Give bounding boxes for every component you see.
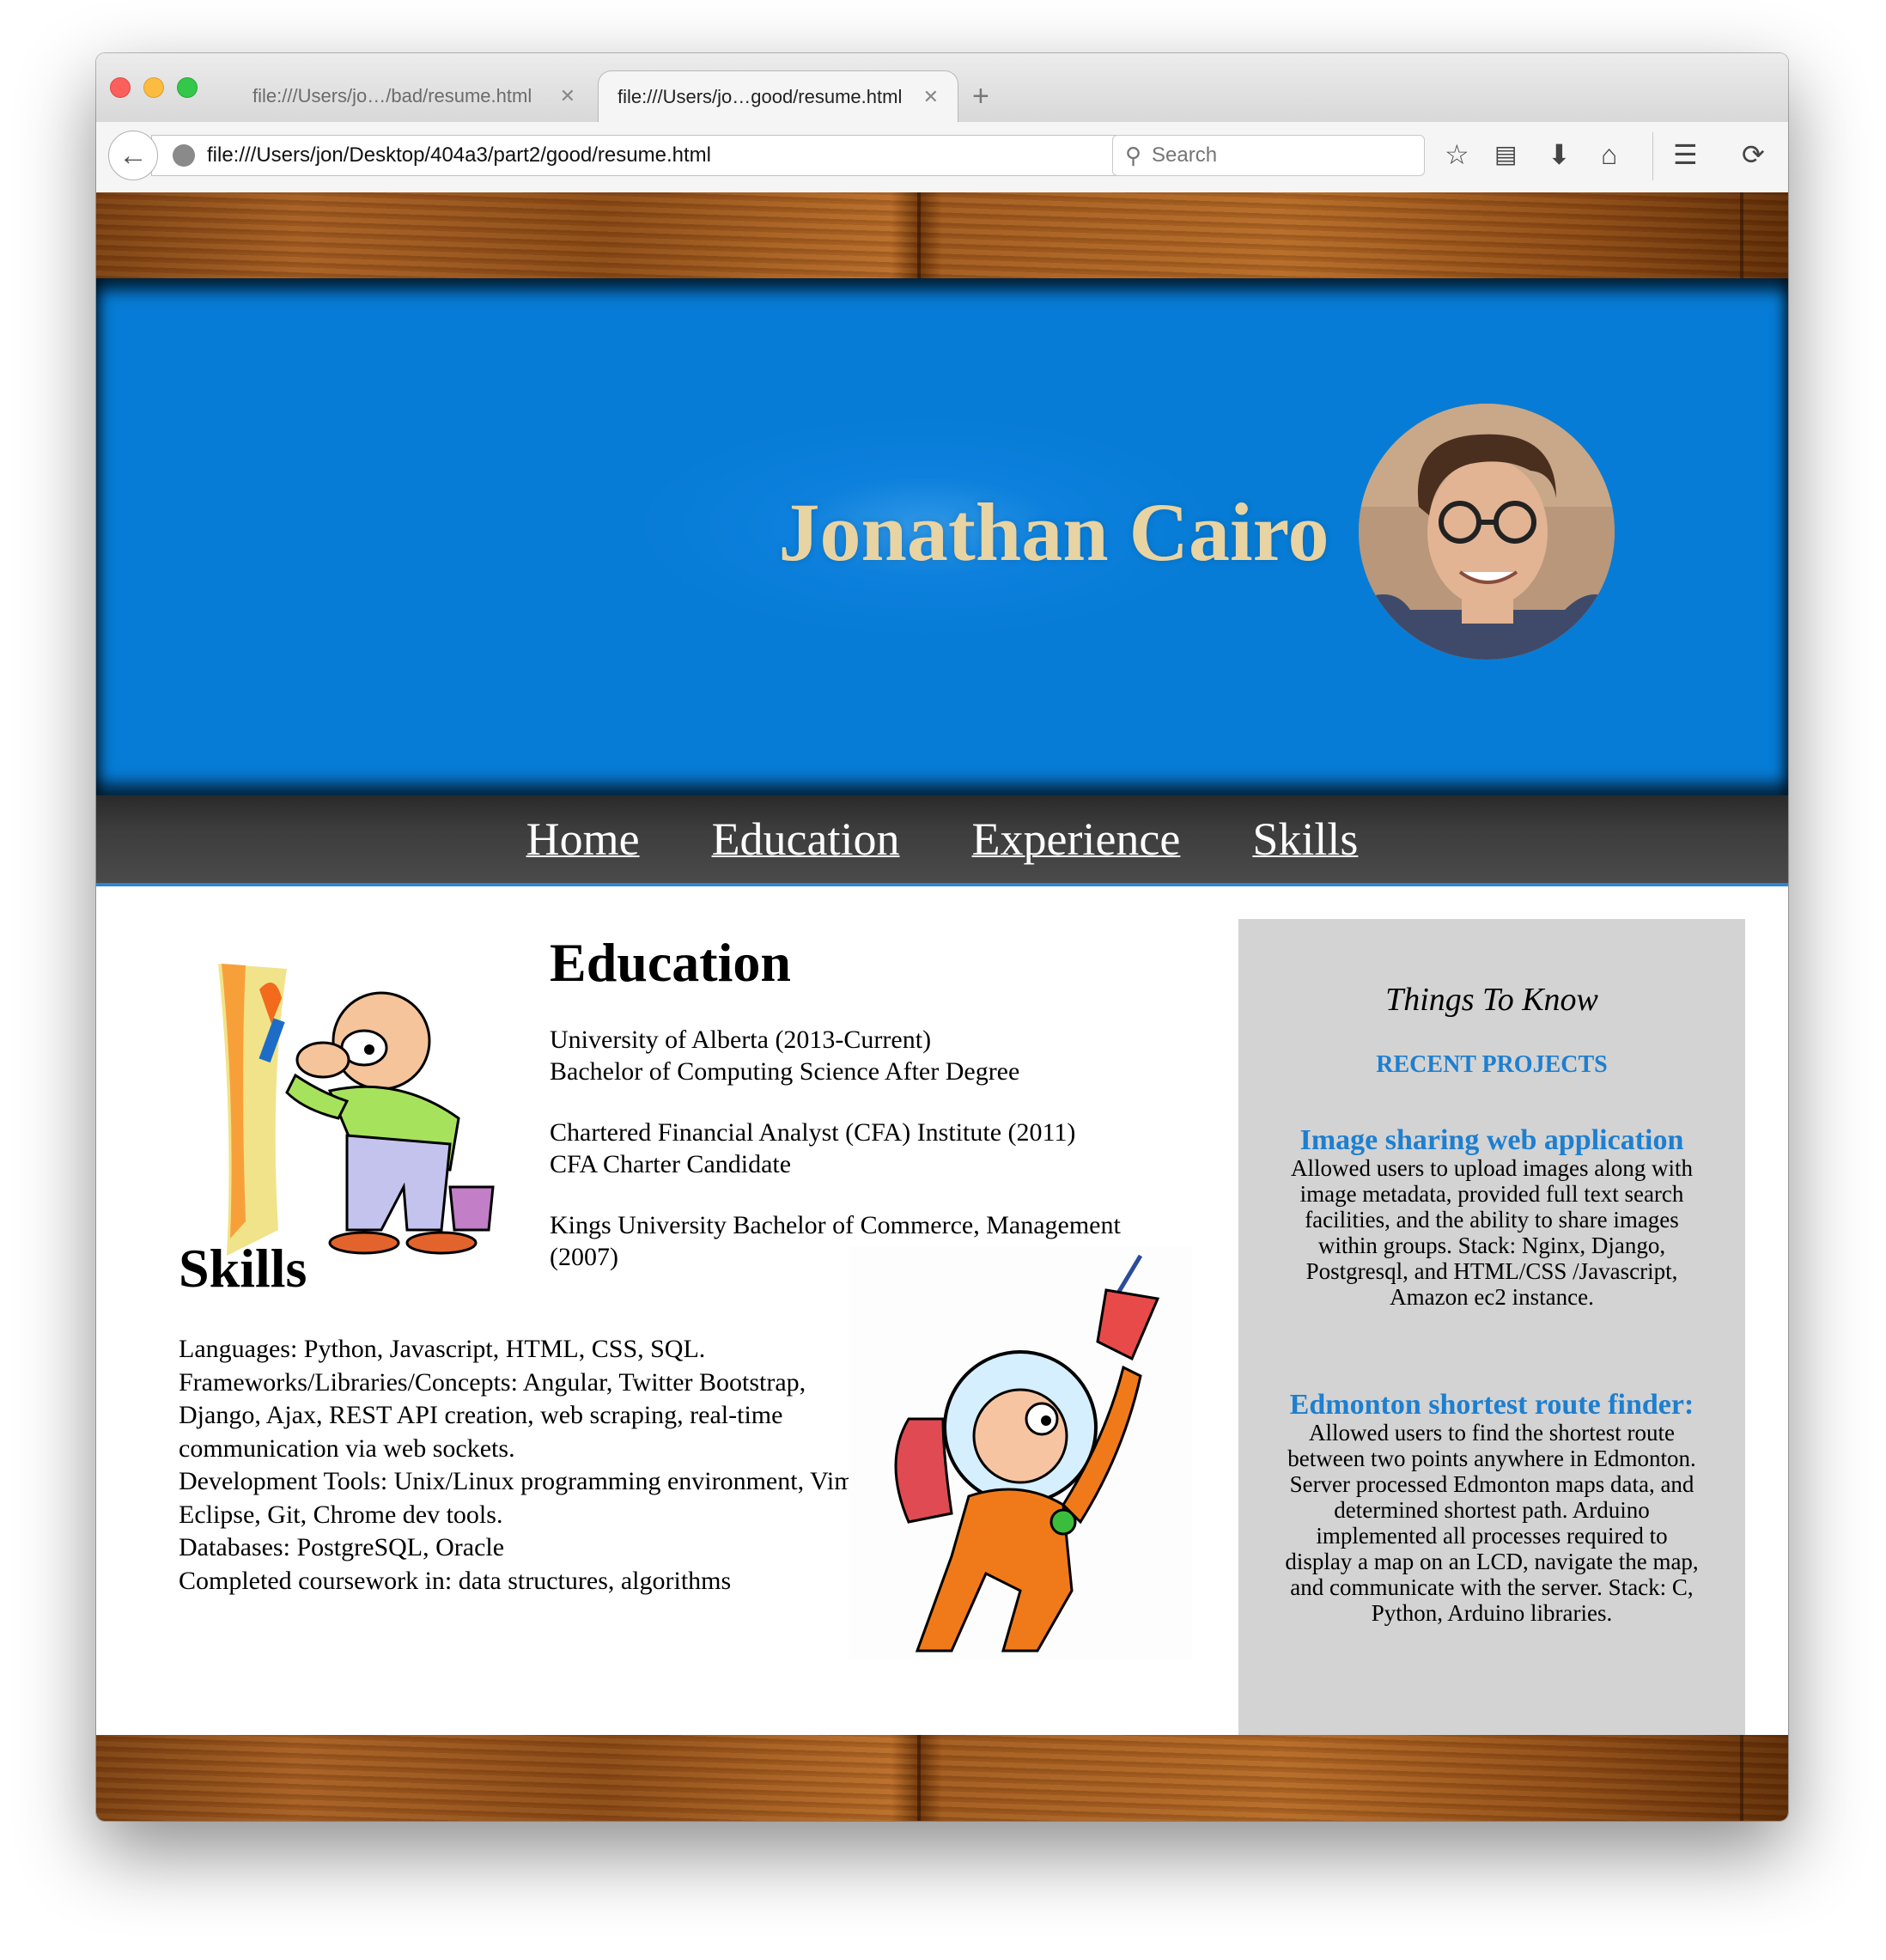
menu-icon[interactable]: ☰ (1673, 137, 1698, 172)
nav-experience-link[interactable]: Experience (972, 813, 1181, 866)
tab-label: file:///Users/jo…/bad/resume.html (252, 85, 532, 107)
tab-good-resume[interactable]: file:///Users/jo…good/resume.html ✕ (598, 70, 958, 122)
education-entry-line: CFA Charter Candidate (550, 1150, 792, 1178)
education-heading: Education (550, 932, 791, 993)
project-title: Image sharing web application (1299, 1124, 1684, 1156)
search-box[interactable]: ⚲ (1112, 135, 1425, 176)
wood-banner-bottom (96, 1735, 1788, 1821)
profile-photo-image (1359, 404, 1615, 660)
skills-line: Frameworks/Libraries/Concepts: Angular, … (179, 1367, 806, 1463)
nav-home-link[interactable]: Home (526, 813, 640, 866)
page-viewport: Jonathan Cairo Home Education Experience… (96, 192, 1788, 1821)
skills-list: Languages: Python, Javascript, HTML, CSS… (179, 1333, 883, 1598)
skills-heading: Skills (179, 1238, 307, 1299)
recent-projects-heading: RECENT PROJECTS (1376, 1051, 1608, 1078)
education-entry: University of Alberta (2013-Current) Bac… (550, 1024, 1177, 1087)
tab-close-icon[interactable]: ✕ (923, 86, 939, 108)
education-entry-line: Bachelor of Computing Science After Degr… (550, 1057, 1020, 1086)
home-icon[interactable]: ⌂ (1601, 137, 1617, 172)
sidebar-title: Things To Know (1385, 982, 1598, 1018)
url-bar[interactable]: file:///Users/jon/Desktop/404a3/part2/go… (151, 135, 1195, 176)
wood-banner-top (96, 192, 1788, 278)
nav-education-link[interactable]: Education (712, 813, 900, 866)
project-title: Edmonton shortest route finder: (1289, 1389, 1694, 1421)
main-content: Education University of Alberta (2013-Cu… (96, 886, 1788, 1761)
wood-seam (917, 1735, 921, 1821)
browser-window: file:///Users/jo…/bad/resume.html ✕ file… (96, 53, 1788, 1821)
painter-illustration (218, 964, 495, 1256)
tab-bad-resume[interactable]: file:///Users/jo…/bad/resume.html ✕ (234, 70, 594, 122)
main-nav: Home Education Experience Skills (96, 795, 1788, 886)
tab-close-icon[interactable]: ✕ (560, 85, 575, 107)
new-tab-button[interactable]: + (972, 79, 989, 113)
education-entry-line: University of Alberta (2013-Current) (550, 1026, 932, 1054)
nav-skills-link[interactable]: Skills (1252, 813, 1358, 866)
profile-photo (1359, 404, 1615, 660)
tab-label: file:///Users/jo…good/resume.html (618, 85, 903, 107)
tab-strip: file:///Users/jo…/bad/resume.html ✕ file… (96, 53, 1788, 123)
minimize-window-button[interactable] (143, 77, 164, 98)
search-input[interactable] (1150, 143, 1395, 168)
education-entry-line: Chartered Financial Analyst (CFA) Instit… (550, 1118, 1076, 1147)
skills-line: Development Tools: Unix/Linux programmin… (179, 1467, 861, 1529)
toolbar-separator (1652, 132, 1653, 180)
skills-line: Completed coursework in: data structures… (179, 1566, 732, 1595)
sync-icon[interactable]: ⟳ (1742, 137, 1765, 172)
search-icon: ⚲ (1125, 142, 1142, 168)
project-card: Image sharing web application Allowed us… (1281, 1125, 1702, 1310)
url-text[interactable]: file:///Users/jon/Desktop/404a3/part2/go… (207, 143, 1136, 167)
back-button[interactable]: ← (108, 131, 158, 180)
wood-seam (1740, 1735, 1743, 1821)
reading-list-icon[interactable]: ▤ (1494, 137, 1517, 172)
back-arrow-icon: ← (119, 138, 148, 172)
hero-header: Jonathan Cairo (96, 278, 1788, 795)
skills-line: Databases: PostgreSQL, Oracle (179, 1533, 505, 1561)
project-description: Allowed users to upload images along wit… (1291, 1155, 1693, 1310)
skills-line: Languages: Python, Javascript, HTML, CSS… (179, 1335, 706, 1363)
project-description: Allowed users to find the shortest route… (1285, 1420, 1699, 1626)
globe-icon (173, 144, 195, 167)
project-card: Edmonton shortest route finder: Allowed … (1281, 1390, 1702, 1626)
close-window-button[interactable] (110, 77, 131, 98)
zoom-window-button[interactable] (177, 77, 198, 98)
star-icon[interactable]: ☆ (1445, 137, 1469, 172)
spaceman-illustration (849, 1247, 1192, 1659)
wood-seam (917, 192, 921, 278)
things-to-know-sidebar: Things To Know RECENT PROJECTS Image sha… (1238, 919, 1745, 1761)
wood-seam (1740, 192, 1743, 278)
education-entry: Chartered Financial Analyst (CFA) Instit… (550, 1117, 1177, 1180)
navigation-toolbar: file:///Users/jon/Desktop/404a3/part2/go… (96, 122, 1788, 193)
download-icon[interactable]: ⬇ (1548, 137, 1571, 172)
